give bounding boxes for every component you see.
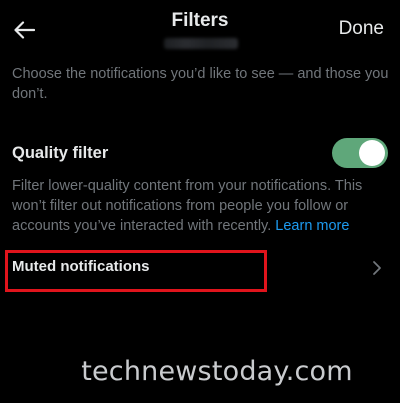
quality-filter-description: Filter lower-quality content from your n… [12,176,394,236]
quality-filter-label: Quality filter [12,144,109,162]
blurred-account-handle [164,38,238,49]
site-watermark: technewstoday.com [81,356,353,387]
highlight-annotation-box [5,250,267,292]
quality-filter-toggle[interactable] [332,138,388,168]
done-button[interactable]: Done [339,18,384,40]
chevron-right-icon [373,261,381,275]
top-bar: Filters Done [0,0,400,56]
learn-more-link[interactable]: Learn more [275,218,349,234]
intro-text: Choose the notifications you’d like to s… [12,66,389,102]
toggle-knob [359,140,385,166]
